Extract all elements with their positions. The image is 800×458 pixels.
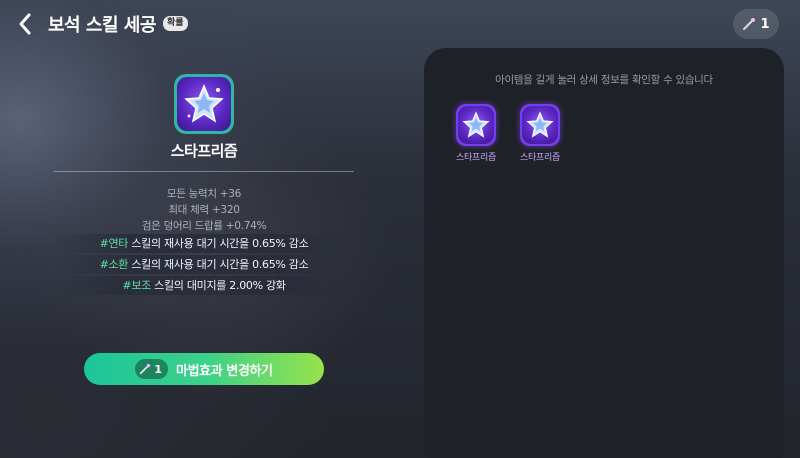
item-name: 스타프리즘: [456, 153, 496, 163]
effect-text: 스킬의 대미지를 2.00% 강화: [150, 279, 286, 292]
magic-wand-icon: [140, 363, 151, 375]
skill-icon: [174, 74, 234, 134]
effect-line: #연타 스킬의 재사용 대기 시간을 0.65% 감소: [54, 234, 354, 253]
probability-badge[interactable]: 확률: [163, 16, 188, 31]
item-icon: [520, 104, 560, 146]
inventory-item[interactable]: 스타프리즘: [510, 104, 570, 163]
currency-count: 1: [760, 16, 770, 32]
top-bar: 보석 스킬 세공 확률 1: [0, 0, 800, 48]
skill-name: 스타프리즘: [170, 142, 238, 160]
effect-text: 스킬의 재사용 대기 시간을 0.65% 감소: [128, 237, 309, 250]
effect-tag: #연타: [99, 237, 129, 250]
effect-tag: #소환: [99, 258, 129, 271]
inventory-item[interactable]: 스타프리즘: [446, 104, 506, 163]
change-button-label: 마법효과 변경하기: [176, 363, 273, 379]
chevron-left-icon: [19, 13, 31, 35]
currency-counter[interactable]: 1: [733, 9, 779, 39]
effect-line: #보조 스킬의 대미지를 2.00% 강화: [54, 276, 354, 295]
item-icon: [456, 104, 496, 146]
cost-chip: 1: [135, 359, 169, 379]
star-gem-icon: [184, 84, 224, 123]
item-name: 스타프리즘: [520, 153, 560, 163]
stat-line: 모든 능력치 +36: [166, 188, 242, 200]
cost-count: 1: [154, 362, 163, 376]
star-gem-icon: [462, 111, 490, 138]
stat-line: 최대 체력 +320: [168, 204, 240, 216]
effect-text: 스킬의 재사용 대기 시간을 0.65% 감소: [128, 258, 309, 271]
back-button[interactable]: [14, 11, 38, 37]
panel-hint: 아이템을 길게 눌러 상세 정보를 확인할 수 있습니다: [495, 74, 713, 86]
effect-line: #소환 스킬의 재사용 대기 시간을 0.65% 감소: [54, 255, 354, 274]
divider: [54, 171, 354, 172]
inventory-panel: 아이템을 길게 눌러 상세 정보를 확인할 수 있습니다 스타프리즘 스타프리즘: [424, 48, 784, 458]
change-magic-effect-button[interactable]: 1 마법효과 변경하기: [84, 353, 324, 385]
star-gem-icon: [526, 111, 554, 138]
effect-tag: #보조: [122, 279, 151, 292]
magic-wand-icon: [743, 18, 756, 30]
stat-line: 검은 덩어리 드랍률 +0.74%: [141, 220, 267, 232]
page-title: 보석 스킬 세공: [48, 15, 156, 36]
